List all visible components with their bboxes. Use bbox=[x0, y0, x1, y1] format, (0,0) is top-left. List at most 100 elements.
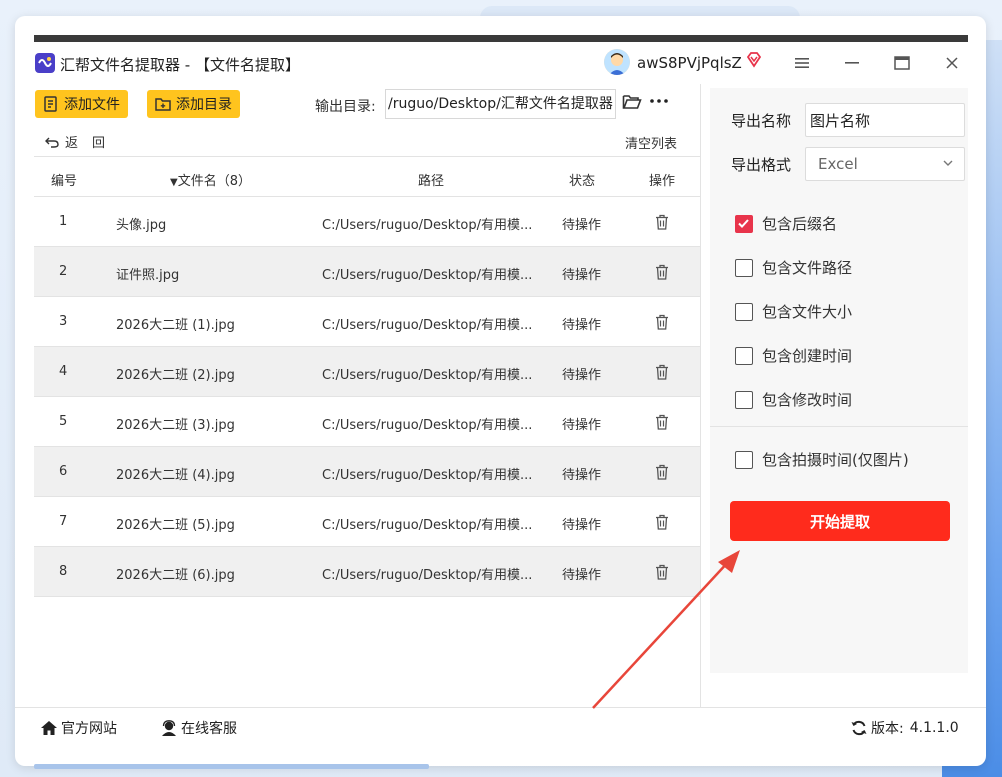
table-row[interactable]: 2 证件照.jpg C:/Users/ruguo/Desktop/有用模... 待操作 bbox=[34, 247, 700, 297]
close-button[interactable] bbox=[938, 49, 966, 77]
row-path: C:/Users/ruguo/Desktop/有用模... bbox=[322, 268, 533, 283]
row-status: 待操作 bbox=[562, 268, 602, 283]
header-action: 操作 bbox=[649, 174, 676, 189]
checkbox[interactable] bbox=[735, 302, 753, 321]
checkbox[interactable] bbox=[735, 258, 753, 277]
options-divider bbox=[710, 426, 968, 427]
row-status: 待操作 bbox=[562, 318, 602, 333]
export-format-select[interactable]: Excel bbox=[805, 147, 965, 181]
delete-trash-icon[interactable] bbox=[655, 364, 669, 380]
table-row[interactable]: 8 2026大二班 (6).jpg C:/Users/ruguo/Desktop/有… bbox=[34, 547, 700, 597]
add-file-icon bbox=[44, 96, 57, 112]
header-status: 状态 bbox=[569, 174, 596, 189]
maximize-button[interactable] bbox=[888, 49, 916, 77]
official-website-link[interactable]: 官方网站 bbox=[40, 718, 117, 738]
file-table: 编号 ▼文件名（8） 路径 状态 操作 1 头像.jpg C:/Users/rugu… bbox=[34, 156, 700, 597]
table-header: 编号 ▼文件名（8） 路径 状态 操作 bbox=[34, 156, 700, 197]
footer: 官方网站 在线客服 版本: 4.1.1.0 bbox=[15, 707, 986, 766]
option-checkbox-row[interactable]: 包含后缀名 bbox=[735, 213, 837, 234]
add-directory-label: 添加目录 bbox=[176, 97, 232, 113]
export-name-input[interactable]: 图片名称 bbox=[805, 103, 965, 137]
option-label: 包含修改时间 bbox=[762, 391, 853, 409]
vip-diamond-icon[interactable] bbox=[745, 51, 763, 69]
option-label: 包含文件路径 bbox=[762, 259, 853, 277]
table-body: 1 头像.jpg C:/Users/ruguo/Desktop/有用模... 待操作 2… bbox=[34, 197, 700, 597]
app-logo-icon bbox=[35, 53, 55, 73]
export-format-label: 导出格式 bbox=[731, 156, 792, 174]
table-row[interactable]: 1 头像.jpg C:/Users/ruguo/Desktop/有用模... 待操作 bbox=[34, 197, 700, 247]
row-index: 4 bbox=[59, 364, 68, 379]
row-filename: 2026大二班 (6).jpg bbox=[116, 568, 235, 583]
option-checkbox-row[interactable]: 包含文件大小 bbox=[735, 301, 852, 322]
delete-trash-icon[interactable] bbox=[655, 564, 669, 580]
row-filename: 头像.jpg bbox=[116, 218, 167, 233]
header-filename[interactable]: ▼文件名（8） bbox=[170, 170, 251, 189]
support-agent-icon bbox=[162, 720, 176, 736]
row-index: 8 bbox=[59, 564, 68, 579]
table-row[interactable]: 7 2026大二班 (5).jpg C:/Users/ruguo/Desktop/有… bbox=[34, 497, 700, 547]
row-filename: 2026大二班 (5).jpg bbox=[116, 518, 235, 533]
option-checkbox-row[interactable]: 包含拍摄时间(仅图片) bbox=[735, 449, 909, 470]
online-support-link[interactable]: 在线客服 bbox=[160, 718, 237, 738]
row-path: C:/Users/ruguo/Desktop/有用模... bbox=[322, 318, 533, 333]
table-row[interactable]: 5 2026大二班 (3).jpg C:/Users/ruguo/Desktop/有… bbox=[34, 397, 700, 447]
version-info[interactable]: 版本: 4.1.1.0 bbox=[850, 718, 959, 738]
title-bar: 汇帮文件名提取器 - 【文件名提取】 awS8PVjPqlsZ bbox=[15, 42, 986, 84]
horizontal-scrollbar[interactable] bbox=[34, 764, 429, 769]
row-status: 待操作 bbox=[562, 418, 602, 433]
menu-button[interactable] bbox=[788, 49, 816, 77]
delete-trash-icon[interactable] bbox=[655, 264, 669, 280]
delete-trash-icon[interactable] bbox=[655, 414, 669, 430]
output-dir-field[interactable]: /ruguo/Desktop/汇帮文件名提取器 bbox=[385, 89, 616, 119]
clear-list-button[interactable]: 清空列表 bbox=[625, 133, 677, 152]
more-options-icon[interactable] bbox=[649, 94, 669, 108]
row-index: 5 bbox=[59, 414, 68, 429]
back-arrow-icon bbox=[45, 137, 59, 148]
option-label: 包含创建时间 bbox=[762, 347, 853, 365]
option-label: 包含拍摄时间(仅图片) bbox=[762, 451, 909, 469]
refresh-icon bbox=[851, 720, 867, 736]
version-number: 4.1.1.0 bbox=[909, 720, 959, 736]
row-filename: 证件照.jpg bbox=[116, 268, 180, 283]
chevron-down-icon bbox=[943, 160, 953, 166]
row-filename: 2026大二班 (1).jpg bbox=[116, 318, 235, 333]
hamburger-icon bbox=[795, 58, 809, 68]
option-checkbox-row[interactable]: 包含修改时间 bbox=[735, 389, 852, 410]
close-icon bbox=[946, 57, 958, 69]
delete-trash-icon[interactable] bbox=[655, 514, 669, 530]
delete-trash-icon[interactable] bbox=[655, 214, 669, 230]
back-button[interactable]: 返回 bbox=[45, 132, 119, 151]
username: awS8PVjPqlsZ bbox=[637, 54, 742, 72]
add-file-button[interactable]: 添加文件 bbox=[35, 90, 128, 118]
checkbox[interactable] bbox=[735, 450, 753, 469]
online-support-label: 在线客服 bbox=[181, 721, 237, 737]
checkbox[interactable] bbox=[735, 390, 753, 409]
start-extract-button[interactable]: 开始提取 bbox=[730, 501, 950, 541]
sort-down-icon: ▼ bbox=[170, 177, 178, 188]
checkbox[interactable] bbox=[735, 214, 753, 233]
checkbox[interactable] bbox=[735, 346, 753, 365]
table-row[interactable]: 6 2026大二班 (4).jpg C:/Users/ruguo/Desktop/有… bbox=[34, 447, 700, 497]
folder-open-icon[interactable] bbox=[622, 93, 642, 111]
option-label: 包含文件大小 bbox=[762, 303, 853, 321]
delete-trash-icon[interactable] bbox=[655, 314, 669, 330]
option-label: 包含后缀名 bbox=[762, 215, 838, 233]
version-label: 版本: bbox=[871, 721, 904, 737]
export-format-value: Excel bbox=[818, 155, 858, 173]
row-path: C:/Users/ruguo/Desktop/有用模... bbox=[322, 418, 533, 433]
delete-trash-icon[interactable] bbox=[655, 464, 669, 480]
row-index: 3 bbox=[59, 314, 68, 329]
add-directory-button[interactable]: 添加目录 bbox=[147, 90, 240, 118]
table-row[interactable]: 4 2026大二班 (2).jpg C:/Users/ruguo/Desktop/有… bbox=[34, 347, 700, 397]
option-checkbox-row[interactable]: 包含文件路径 bbox=[735, 257, 852, 278]
settings-panel: 导出名称 图片名称 导出格式 Excel 包含后缀名 包含文件路径 包含文件大小 包含… bbox=[710, 88, 968, 673]
row-status: 待操作 bbox=[562, 568, 602, 583]
minimize-button[interactable] bbox=[838, 49, 866, 77]
table-row[interactable]: 3 2026大二班 (1).jpg C:/Users/ruguo/Desktop/有… bbox=[34, 297, 700, 347]
checkmark-icon bbox=[738, 218, 749, 228]
option-checkbox-row[interactable]: 包含创建时间 bbox=[735, 345, 852, 366]
row-filename: 2026大二班 (2).jpg bbox=[116, 368, 235, 383]
avatar[interactable] bbox=[604, 49, 630, 75]
app-window: 汇帮文件名提取器 - 【文件名提取】 awS8PVjPqlsZ 添加文件 添加目… bbox=[15, 16, 986, 766]
row-index: 7 bbox=[59, 514, 68, 529]
